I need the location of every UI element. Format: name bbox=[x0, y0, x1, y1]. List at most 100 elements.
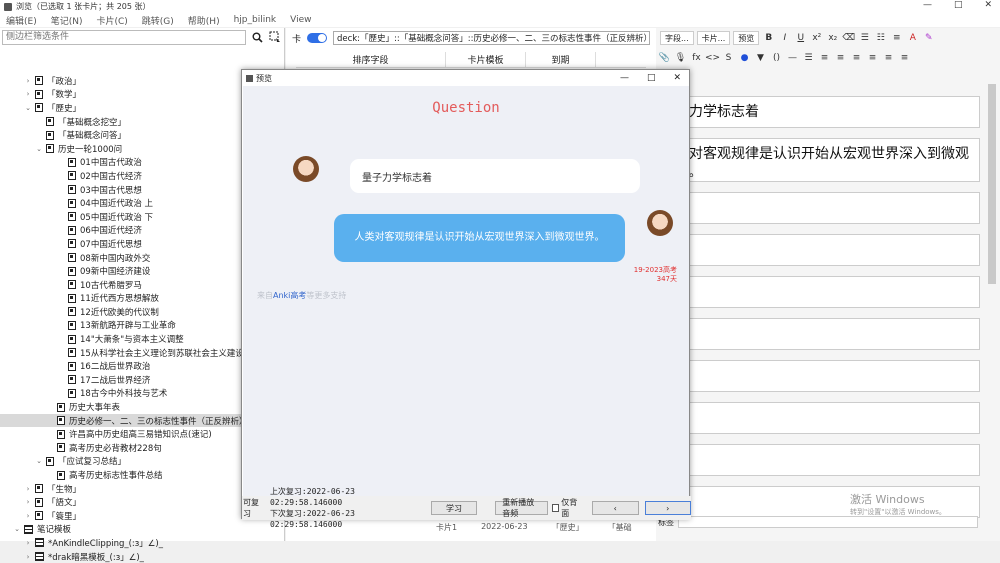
expand-chevron-icon[interactable]: ⌄ bbox=[12, 525, 22, 533]
field-label: n bbox=[680, 86, 980, 96]
menu-edit[interactable]: 编辑(E) bbox=[6, 14, 37, 27]
cell-card: 卡片1 bbox=[436, 523, 458, 532]
fields-button[interactable]: 字段... bbox=[660, 31, 694, 45]
expand-chevron-icon[interactable]: › bbox=[23, 498, 33, 506]
field-input[interactable]: 力学标志着 bbox=[680, 96, 980, 128]
field-input[interactable] bbox=[680, 318, 980, 350]
maximize-button[interactable]: □ bbox=[954, 0, 963, 10]
deck-icon bbox=[68, 157, 76, 167]
replay-audio-button[interactable]: 重新播放音频 bbox=[495, 498, 548, 518]
expand-chevron-icon[interactable]: ⌄ bbox=[34, 457, 44, 465]
menu-hjp-bilink[interactable]: hjp_bilink bbox=[234, 15, 277, 25]
cell-deck: 「歷史」 bbox=[551, 523, 584, 532]
field-input[interactable] bbox=[680, 276, 980, 308]
minimize-button[interactable]: — bbox=[923, 0, 932, 10]
sidebar-item-label: 07中国近代思想 bbox=[80, 239, 142, 250]
format-tool-icon[interactable]: S bbox=[722, 51, 735, 65]
format-tool-icon[interactable]: — bbox=[786, 51, 799, 65]
format-tool-icon[interactable]: ▼ bbox=[754, 51, 767, 65]
sidebar-item-label: *drak暗黑模板_(:з」∠)_ bbox=[48, 552, 144, 563]
unordered-list-icon[interactable]: ☰ bbox=[858, 31, 871, 45]
format-tool-icon[interactable]: () bbox=[770, 51, 783, 65]
note-editor: 字段... 卡片... 预览 B I U x² x₂ ⌫ ☰ ☷ ≡ A ✎ 📎… bbox=[656, 28, 1000, 541]
column-sort-field[interactable]: 排序字段 bbox=[296, 52, 446, 67]
field-input[interactable] bbox=[680, 360, 980, 392]
field-input[interactable] bbox=[680, 402, 980, 434]
previous-card-button[interactable]: ‹ bbox=[592, 501, 639, 515]
field-input[interactable] bbox=[680, 234, 980, 266]
format-tool-icon[interactable]: ☰ bbox=[802, 51, 815, 65]
bold-icon[interactable]: B bbox=[762, 31, 775, 45]
format-tool-icon[interactable]: ≡ bbox=[866, 51, 879, 65]
field-input[interactable] bbox=[680, 192, 980, 224]
expand-chevron-icon[interactable]: › bbox=[23, 539, 33, 547]
sidebar-item-label: 「語文」 bbox=[47, 498, 82, 509]
back-only-checkbox[interactable] bbox=[551, 504, 560, 512]
expand-chevron-icon[interactable]: › bbox=[23, 90, 33, 98]
format-tool-icon[interactable]: 🎙 bbox=[674, 51, 687, 65]
format-tool-icon[interactable]: ≡ bbox=[850, 51, 863, 65]
menu-goto[interactable]: 跳转(G) bbox=[142, 14, 174, 27]
format-tool-icon[interactable]: ≡ bbox=[818, 51, 831, 65]
expand-chevron-icon[interactable]: ⌄ bbox=[34, 145, 44, 153]
search-row: 卡 deck:「歷史」::「基础概念问答」::历史必修一、二、三の标志性事件（正… bbox=[286, 28, 656, 48]
sidebar-search-input[interactable] bbox=[2, 29, 246, 45]
expand-chevron-icon[interactable]: › bbox=[23, 77, 33, 85]
expand-chevron-icon[interactable]: › bbox=[23, 512, 33, 520]
column-due[interactable]: 到期 bbox=[526, 52, 596, 67]
align-icon[interactable]: ≡ bbox=[890, 31, 903, 45]
tag-input[interactable] bbox=[678, 516, 978, 528]
expand-chevron-icon[interactable]: › bbox=[23, 485, 33, 493]
deck-icon bbox=[35, 103, 43, 113]
expand-chevron-icon[interactable]: ⌄ bbox=[23, 104, 33, 112]
sidebar-item[interactable]: › *AnKindleClipping_(:з」∠)_ bbox=[0, 536, 285, 550]
search-icon[interactable] bbox=[250, 30, 264, 45]
format-tool-icon[interactable]: ≡ bbox=[882, 51, 895, 65]
format-tool-icon[interactable]: ≡ bbox=[898, 51, 911, 65]
search-query-input[interactable]: deck:「歷史」::「基础概念问答」::历史必修一、二、三の标志性事件（正反辨… bbox=[332, 31, 650, 45]
learn-button[interactable]: 学习 bbox=[430, 501, 478, 515]
ordered-list-icon[interactable]: ☷ bbox=[874, 31, 887, 45]
menu-note[interactable]: 笔记(N) bbox=[51, 14, 83, 27]
sidebar-item-label: 06中国近代经济 bbox=[80, 226, 142, 237]
next-card-button[interactable]: › bbox=[644, 501, 692, 515]
card-note-toggle[interactable] bbox=[307, 33, 327, 43]
column-card-template[interactable]: 卡片模板 bbox=[446, 52, 526, 67]
menu-help[interactable]: 帮助(H) bbox=[188, 14, 220, 27]
sidebar-item[interactable]: ⌄ 笔记模板 bbox=[0, 523, 285, 537]
underline-icon[interactable]: U bbox=[794, 31, 807, 45]
menu-card[interactable]: 卡片(C) bbox=[96, 14, 127, 27]
subscript-icon[interactable]: x₂ bbox=[826, 31, 839, 45]
format-tool-icon[interactable]: ● bbox=[738, 51, 751, 65]
card-preview-content: Question 量子力学标志着 人类对客观规律是认识开始从宏观世界深入到微观世… bbox=[243, 86, 689, 496]
field-input[interactable] bbox=[680, 444, 980, 476]
preview-minimize-button[interactable]: — bbox=[620, 73, 629, 83]
close-button[interactable]: ✕ bbox=[984, 0, 992, 10]
format-tool-icon[interactable]: <> bbox=[705, 51, 720, 65]
back-only-toggle[interactable]: 仅背面 bbox=[551, 497, 585, 519]
cards-button[interactable]: 卡片... bbox=[696, 31, 731, 45]
editor-scrollbar[interactable] bbox=[988, 84, 996, 284]
highlight-icon[interactable]: ✎ bbox=[922, 31, 935, 45]
eraser-icon[interactable]: ⌫ bbox=[842, 31, 855, 45]
preview-maximize-button[interactable]: □ bbox=[647, 73, 656, 83]
watermark-title: 激活 Windows bbox=[850, 493, 925, 506]
expand-chevron-icon[interactable]: › bbox=[23, 553, 33, 561]
format-tool-icon[interactable]: fx bbox=[690, 51, 703, 65]
sidebar-item[interactable]: › *drak暗黑模板_(:з」∠)_ bbox=[0, 550, 285, 563]
format-tool-icon[interactable]: ≡ bbox=[834, 51, 847, 65]
superscript-icon[interactable]: x² bbox=[810, 31, 823, 45]
preview-close-button[interactable]: ✕ bbox=[673, 73, 681, 83]
anki-gaokao-link[interactable]: Anki高考 bbox=[273, 291, 306, 300]
promo-line: 来自Anki高考等更多支持 bbox=[257, 290, 346, 301]
preview-button[interactable]: 预览 bbox=[733, 31, 760, 45]
italic-icon[interactable]: I bbox=[778, 31, 791, 45]
menu-view[interactable]: View bbox=[290, 15, 311, 25]
selection-tool-icon[interactable] bbox=[268, 30, 282, 45]
deck-icon bbox=[35, 484, 43, 494]
sidebar-item-label: 02中国古代经济 bbox=[80, 171, 142, 182]
sidebar-item-label: 05中国近代政治 下 bbox=[80, 212, 154, 223]
text-color-icon[interactable]: A bbox=[906, 31, 919, 45]
format-tool-icon[interactable]: 📎 bbox=[658, 51, 671, 65]
field-input[interactable]: 对客观规律是认识开始从宏观世界深入到微观。 bbox=[680, 138, 980, 182]
